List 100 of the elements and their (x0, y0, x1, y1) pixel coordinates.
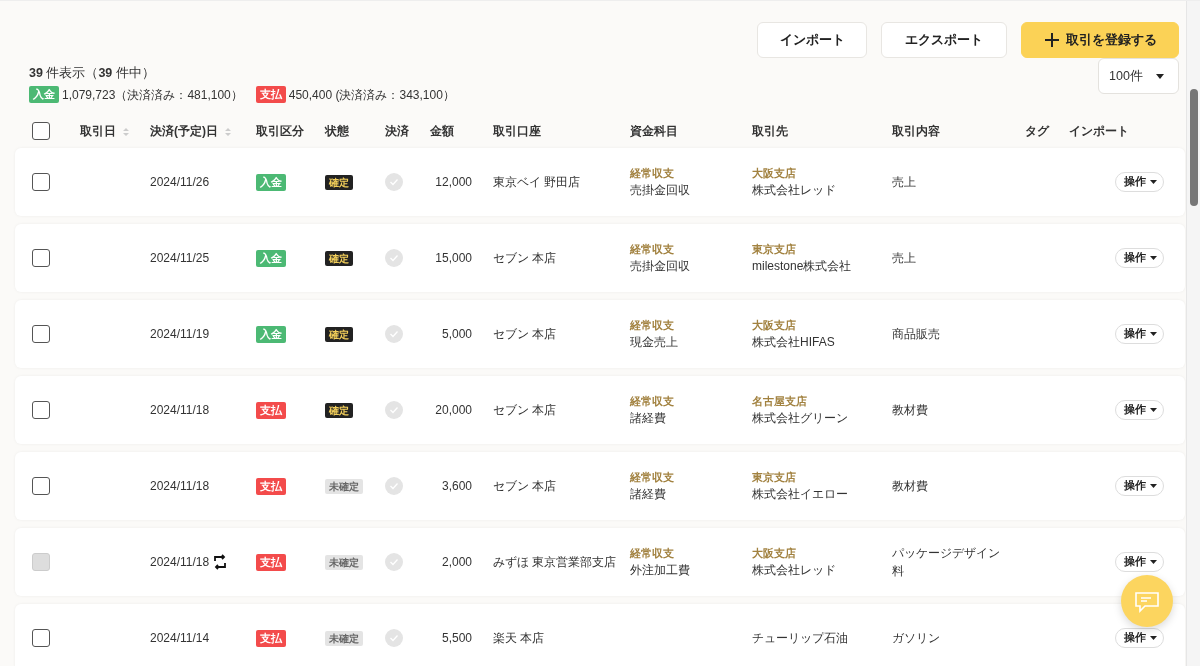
status-tag: 確定 (325, 250, 353, 266)
column-header: インポート (1069, 123, 1129, 138)
amount-text: 12,000 (435, 174, 472, 189)
amount-text: 2,000 (441, 554, 472, 569)
row-checkbox[interactable] (32, 248, 50, 267)
category-text: 諸経費 (630, 485, 666, 503)
scrollbar[interactable] (1186, 1, 1200, 666)
partner-text: 株式会社グリーン (752, 409, 848, 427)
account-text: セブン 本店 (493, 402, 557, 417)
row-checkbox[interactable] (32, 476, 50, 495)
actions-dropdown[interactable]: 操作 (1115, 171, 1164, 192)
expense-tag: 支払 (255, 86, 286, 104)
amount-text: 3,600 (441, 478, 472, 493)
plus-icon (1043, 32, 1060, 48)
category-text: 外注加工費 (630, 561, 690, 579)
status-tag: 未確定 (325, 554, 363, 570)
column-header: タグ (1025, 123, 1049, 138)
row-checkbox[interactable] (32, 172, 50, 191)
category-group: 経常収支 (630, 544, 674, 561)
check-icon[interactable] (385, 477, 403, 496)
category-text: 現金売上 (630, 333, 678, 351)
description-text: ガソリン (892, 630, 940, 645)
amount-text: 20,000 (435, 402, 472, 417)
caret-icon (1150, 255, 1157, 260)
expense-tag: 支払 (256, 553, 286, 571)
date-text: 2024/11/18 (150, 401, 210, 419)
check-icon[interactable] (385, 325, 403, 344)
partner-text: milestone株式会社 (752, 257, 852, 275)
import-button[interactable]: インポート (757, 22, 867, 58)
date-text: 2024/11/18 (150, 477, 210, 495)
description-text: パッケージデザイン料 (892, 545, 1000, 578)
total-amount: 1,079,723（決済済み：481,100） (62, 86, 243, 104)
partner-text: 株式会社レッド (752, 561, 836, 579)
column-header: 取引先 (752, 123, 788, 138)
check-icon[interactable] (385, 173, 403, 192)
column-header: 状態 (325, 123, 349, 138)
row-checkbox[interactable] (32, 324, 50, 343)
description-text: 売上 (892, 174, 916, 189)
check-icon[interactable] (385, 553, 403, 572)
income-tag: 入金 (29, 86, 59, 104)
column-header: 取引口座 (493, 123, 541, 138)
description-text: 売上 (892, 250, 916, 265)
caret-icon (1150, 635, 1157, 640)
sort-icon[interactable] (122, 126, 130, 137)
account-text: 東京ベイ 野田店 (493, 174, 581, 189)
table-row[interactable]: 2024/11/18 支払 確定 20,000 セブン 本店 経常収支 諸経費 名古屋支店 株式会社グリーン 教材費 操作 (15, 375, 1185, 444)
partner-text: 株式会社イエロー (752, 485, 848, 503)
category-text: 諸経費 (630, 409, 666, 427)
table-row[interactable]: 2024/11/25 入金 確定 15,000 セブン 本店 経常収支 売掛金回収 東京支店 milestone株式会社 売上 操作 (15, 223, 1185, 292)
account-text: みずほ 東京営業部支店 (493, 554, 617, 569)
date-text: 2024/11/14 (150, 629, 210, 647)
row-checkbox[interactable] (32, 628, 50, 647)
category-text: 売掛金回収 (630, 257, 690, 275)
actions-dropdown[interactable]: 操作 (1115, 399, 1164, 420)
table-row[interactable]: 2024/11/18 支払 未確定 3,600 セブン 本店 経常収支 諸経費 東京支店 株式会社イエロー 教材費 操作 (15, 451, 1185, 520)
account-text: セブン 本店 (493, 478, 557, 493)
category-group: 経常収支 (630, 392, 674, 409)
status-tag: 未確定 (325, 630, 363, 646)
chat-icon (1133, 589, 1161, 613)
caret-icon (1150, 483, 1157, 488)
select-all-checkbox[interactable] (32, 121, 50, 140)
actions-dropdown[interactable]: 操作 (1115, 475, 1164, 496)
per-page-select[interactable]: 100件 (1098, 58, 1179, 94)
total-amount: 450,400 (決済済み：343,100） (288, 86, 455, 104)
export-button[interactable]: エクスポート (881, 22, 1007, 58)
category-group: 経常収支 (630, 240, 674, 257)
column-header: 取引内容 (892, 123, 940, 138)
amount-text: 5,000 (441, 326, 472, 341)
register-button[interactable]: 取引を登録する (1021, 22, 1179, 58)
partner-branch: 大阪支店 (752, 165, 796, 181)
description-text: 教材費 (892, 478, 928, 493)
table-row[interactable]: 2024/11/19 入金 確定 5,000 セブン 本店 経常収支 現金売上 大阪支店 株式会社HIFAS 商品販売 操作 (15, 299, 1185, 368)
description-text: 教材費 (892, 402, 928, 417)
partner-branch: 東京支店 (752, 241, 796, 257)
check-icon[interactable] (385, 401, 403, 420)
category-group: 経常収支 (630, 164, 674, 181)
partner-branch: 大阪支店 (752, 317, 796, 333)
date-text: 2024/11/19 (150, 325, 210, 343)
record-count: 39 件表示（39 件中） (29, 65, 156, 82)
caret-icon (1150, 559, 1157, 564)
category-group: 経常収支 (630, 468, 674, 485)
actions-dropdown[interactable]: 操作 (1115, 323, 1164, 344)
amount-text: 15,000 (435, 250, 472, 265)
partner-branch: 大阪支店 (752, 545, 796, 561)
actions-dropdown[interactable]: 操作 (1115, 247, 1164, 268)
caret-icon (1156, 73, 1164, 79)
table-row[interactable]: 2024/11/26 入金 確定 12,000 東京ベイ 野田店 経常収支 売掛金回収 大阪支店 株式会社レッド 売上 操作 (15, 147, 1185, 216)
sort-icon[interactable] (224, 126, 232, 137)
table-row[interactable]: 2024/11/14 支払 未確定 5,500 楽天 本店 チューリップ石油 ガソリン 操作 (15, 603, 1185, 666)
column-header: 金額 (430, 123, 454, 138)
check-icon[interactable] (385, 629, 403, 648)
check-icon[interactable] (385, 249, 403, 268)
scroll-thumb[interactable] (1190, 89, 1198, 206)
caret-icon (1150, 179, 1157, 184)
partner-branch: 名古屋支店 (752, 393, 807, 409)
caret-icon (1150, 407, 1157, 412)
row-checkbox[interactable] (32, 400, 50, 419)
partner-text: 株式会社HIFAS (752, 333, 835, 351)
actions-dropdown[interactable]: 操作 (1115, 627, 1164, 648)
account-text: 楽天 本店 (493, 630, 545, 645)
